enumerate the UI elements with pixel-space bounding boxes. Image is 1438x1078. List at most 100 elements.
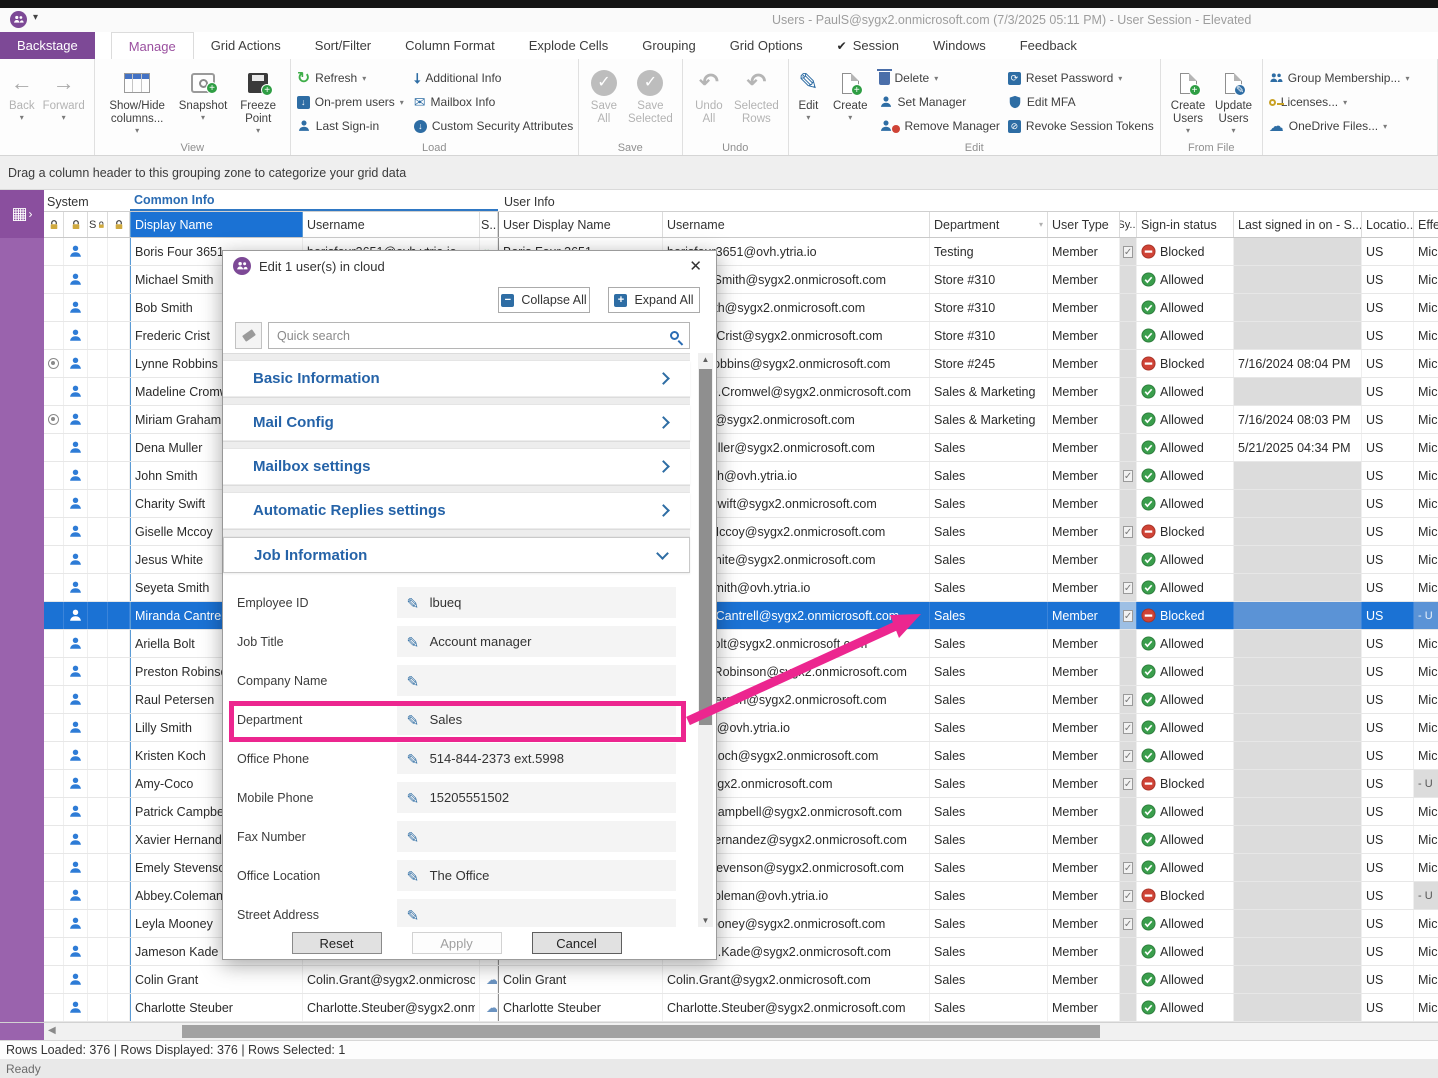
field-value-input[interactable]: ✎Account manager [397, 626, 676, 657]
edit-button[interactable]: ✎Edit▾ [795, 64, 822, 140]
checkbox-icon[interactable]: ✓ [1123, 750, 1133, 762]
header-lock-4[interactable] [108, 212, 130, 237]
undo-all-button[interactable]: ↶Undo All [689, 64, 729, 140]
tab-column-format[interactable]: Column Format [388, 32, 512, 59]
tab-grouping[interactable]: Grouping [625, 32, 712, 59]
header-user-type[interactable]: User Type [1048, 212, 1120, 237]
grouping-zone[interactable]: Drag a column header to this grouping zo… [0, 156, 1438, 190]
app-logo-icon[interactable] [10, 11, 27, 28]
section-job-information[interactable]: Job Information [223, 537, 690, 573]
create-users-button[interactable]: +Create Users▾ [1167, 64, 1210, 140]
checkbox-icon[interactable]: ✓ [1123, 470, 1133, 482]
save-all-button[interactable]: ✓Save All [585, 64, 623, 140]
field-value-input[interactable]: ✎15205551502 [397, 782, 676, 813]
forward-button[interactable]: →Forward▾ [40, 64, 88, 140]
table-row[interactable]: Colin Grant Colin.Grant@sygx2.onmicrosof… [44, 966, 1438, 994]
search-icon[interactable] [670, 331, 679, 340]
group-membership-button[interactable]: Group Membership...▾ [1269, 66, 1410, 90]
header-lock-2[interactable] [64, 212, 88, 237]
tab-grid-options[interactable]: Grid Options [713, 32, 820, 59]
licenses-button[interactable]: Licenses...▾ [1269, 90, 1410, 114]
checkbox-icon[interactable]: ✓ [1123, 610, 1133, 622]
header-username[interactable]: Username [303, 212, 480, 237]
checkbox-icon[interactable]: ✓ [1123, 246, 1133, 258]
revoke-session-tokens-button[interactable]: ⊘Revoke Session Tokens [1008, 114, 1154, 138]
section-mail-config[interactable]: Mail Config [223, 405, 690, 441]
delete-button[interactable]: Delete▾ [879, 66, 1000, 90]
onprem-users-button[interactable]: ↓On-prem users▾ [297, 90, 404, 114]
header-department[interactable]: Department▾ [930, 212, 1048, 237]
header-lock-1[interactable] [44, 212, 64, 237]
clear-search-button[interactable] [235, 322, 262, 349]
last-signin-button[interactable]: Last Sign-in [297, 114, 404, 138]
checkbox-icon[interactable]: ✓ [1123, 694, 1133, 706]
field-value-input[interactable]: ✎ [397, 899, 676, 927]
section-automatic-replies-settings[interactable]: Automatic Replies settings [223, 493, 690, 529]
band-user-info[interactable]: User Info [498, 195, 1438, 211]
tab-explode-cells[interactable]: Explode Cells [512, 32, 626, 59]
additional-info-button[interactable]: ⭣Additional Info [414, 66, 573, 90]
custom-security-attributes-button[interactable]: ↓Custom Security Attributes [414, 114, 573, 138]
field-value-input[interactable]: ✎lbueq [397, 587, 676, 618]
collapse-all-button[interactable]: −Collapse All [498, 287, 590, 313]
tab-session[interactable]: ✔Session [820, 32, 916, 59]
field-value-input[interactable]: ✎The Office [397, 860, 676, 891]
scroll-up-icon[interactable]: ▲ [698, 355, 713, 364]
band-system[interactable]: System [44, 195, 130, 211]
remove-manager-button[interactable]: Remove Manager [879, 114, 1000, 138]
checkbox-icon[interactable]: ✓ [1123, 582, 1133, 594]
field-value-input[interactable]: ✎ [397, 665, 676, 696]
checkbox-icon[interactable]: ✓ [1123, 526, 1133, 538]
create-button[interactable]: +Create▾ [830, 64, 871, 140]
grid-corner-button[interactable]: ▦› [0, 190, 44, 238]
tab-windows[interactable]: Windows [916, 32, 1003, 59]
dialog-scrollbar[interactable]: ▲ ▼ [698, 353, 713, 927]
scroll-down-icon[interactable]: ▼ [698, 916, 713, 925]
save-selected-button[interactable]: ✓Save Selected [625, 64, 676, 140]
header-sync-enabled[interactable]: Sy... [1120, 212, 1137, 237]
header-display-name[interactable]: Display Name [130, 212, 303, 237]
header-user-display-name[interactable]: User Display Name [498, 212, 663, 237]
field-value-input[interactable]: ✎Sales [397, 704, 676, 735]
edit-mfa-button[interactable]: Edit MFA [1008, 90, 1154, 114]
reset-button[interactable]: Reset [292, 932, 382, 954]
tab-grid-actions[interactable]: Grid Actions [194, 32, 298, 59]
band-common-info[interactable]: Common Info [130, 193, 498, 211]
snapshot-button[interactable]: +Snapshot▾ [176, 64, 231, 140]
table-row[interactable]: Charlotte Steuber Charlotte.Steuber@sygx… [44, 994, 1438, 1022]
quick-search-input[interactable]: Quick search [268, 322, 690, 349]
onedrive-files-button[interactable]: ☁OneDrive Files...▾ [1269, 114, 1410, 138]
tab-backstage[interactable]: Backstage [0, 32, 95, 59]
reset-password-button[interactable]: ⟳Reset Password▾ [1008, 66, 1154, 90]
mailbox-info-button[interactable]: ✉Mailbox Info [414, 90, 573, 114]
refresh-button[interactable]: ↻Refresh▾ [297, 66, 404, 90]
header-sync[interactable]: S... [480, 212, 498, 237]
scrollbar-thumb[interactable] [182, 1025, 1100, 1038]
header-effective[interactable]: Effe... [1414, 212, 1438, 237]
checkbox-icon[interactable]: ✓ [1123, 862, 1133, 874]
show-hide-columns-button[interactable]: Show/Hide columns...▾ [101, 64, 174, 140]
header-location[interactable]: Locatio... [1362, 212, 1414, 237]
header-lock-3[interactable]: S [88, 212, 108, 237]
close-icon[interactable]: ✕ [685, 257, 706, 275]
section-basic-information[interactable]: Basic Information [223, 361, 690, 397]
header-username2[interactable]: Username [663, 212, 930, 237]
apply-button[interactable]: Apply [412, 932, 502, 954]
back-button[interactable]: ←Back▾ [6, 64, 38, 140]
checkbox-icon[interactable]: ✓ [1123, 778, 1133, 790]
undo-selected-rows-button[interactable]: ↶Selected Rows [731, 64, 782, 140]
horizontal-scrollbar[interactable]: ◀ [0, 1022, 1438, 1040]
field-value-input[interactable]: ✎514-844-2373 ext.5998 [397, 743, 676, 774]
cancel-button[interactable]: Cancel [532, 932, 622, 954]
tab-sort-filter[interactable]: Sort/Filter [298, 32, 388, 59]
quick-access-caret-icon[interactable]: ▾ [33, 12, 38, 23]
section-mailbox-settings[interactable]: Mailbox settings [223, 449, 690, 485]
checkbox-icon[interactable]: ✓ [1123, 918, 1133, 930]
expand-all-button[interactable]: +Expand All [608, 287, 700, 313]
scroll-left-icon[interactable]: ◀ [48, 1025, 56, 1036]
update-users-button[interactable]: ✎Update Users▾ [1211, 64, 1255, 140]
tab-manage[interactable]: Manage [111, 32, 194, 59]
header-signin-status[interactable]: Sign-in status [1137, 212, 1234, 237]
field-value-input[interactable]: ✎ [397, 821, 676, 852]
dialog-scrollbar-thumb[interactable] [699, 369, 712, 725]
